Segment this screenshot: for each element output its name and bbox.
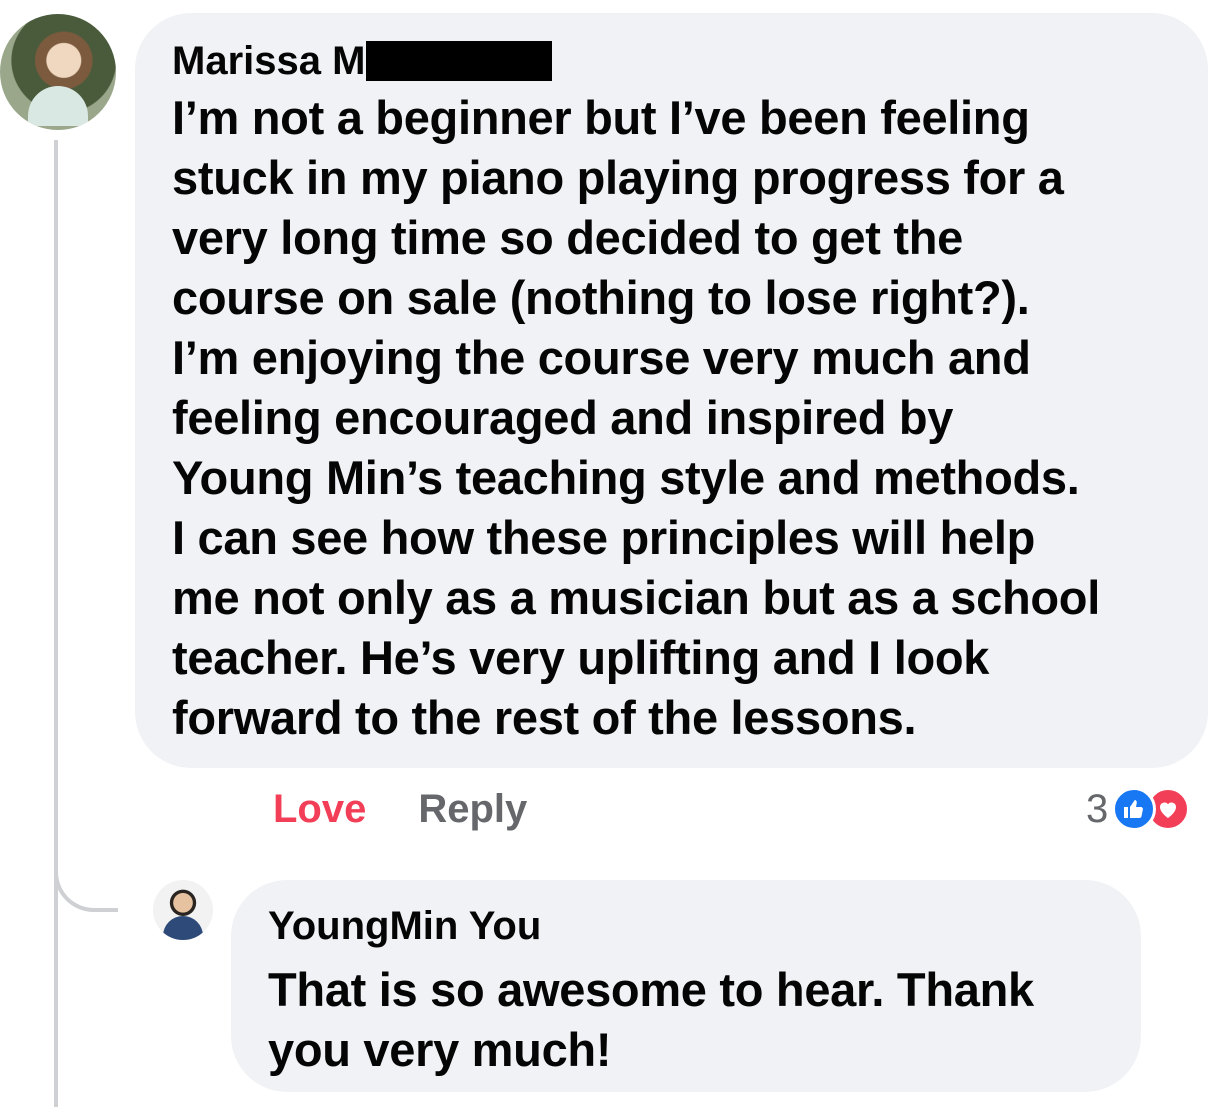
- reply-button[interactable]: Reply: [418, 784, 527, 834]
- thread-connector: [54, 860, 118, 912]
- replier-avatar[interactable]: [153, 880, 213, 940]
- thread-line: [54, 140, 58, 1107]
- comment-line: feeling encouraged and inspired by: [172, 391, 954, 444]
- comment-bubble: Marissa M I’m not a beginner but I’ve be…: [135, 13, 1208, 768]
- reaction-summary[interactable]: 3: [1086, 784, 1191, 834]
- comment-line: I can see how these principles will help: [172, 511, 1035, 564]
- comment-line: I’m not a beginner but I’ve been feeling: [172, 91, 1030, 144]
- comment-line: stuck in my piano playing progress for a: [172, 151, 1064, 204]
- reply-bubble: YoungMin You That is so awesome to hear.…: [231, 880, 1141, 1092]
- comment-author-name[interactable]: Marissa M: [172, 39, 365, 83]
- reply-author[interactable]: YoungMin You: [268, 900, 1105, 952]
- commenter-avatar[interactable]: [0, 14, 116, 130]
- like-icon: [1112, 787, 1157, 831]
- redaction-bar: [366, 41, 553, 81]
- comment-line: teacher. He’s very uplifting and I look: [172, 631, 990, 684]
- comment-body: I’m not a beginner but I’ve been feeling…: [172, 88, 1172, 748]
- reply-line: That is so awesome to hear. Thank: [268, 963, 1034, 1016]
- reply-body: That is so awesome to hear. Thank you ve…: [268, 960, 1105, 1080]
- comment-line: I’m enjoying the course very much and: [172, 331, 1031, 384]
- comment-line: forward to the rest of the lessons.: [172, 691, 917, 744]
- comment-line: very long time so decided to get the: [172, 211, 963, 264]
- comment-author[interactable]: Marissa M: [172, 35, 1172, 87]
- reply-line: you very much!: [268, 1023, 612, 1076]
- reaction-count: 3: [1086, 786, 1109, 831]
- comment-line: me not only as a musician but as a schoo…: [172, 571, 1100, 624]
- love-button[interactable]: Love: [273, 784, 366, 834]
- comment-line: course on sale (nothing to lose right?).: [172, 271, 1030, 324]
- comment-actions: Love Reply: [273, 784, 527, 834]
- comment-line: Young Min’s teaching style and methods.: [172, 451, 1080, 504]
